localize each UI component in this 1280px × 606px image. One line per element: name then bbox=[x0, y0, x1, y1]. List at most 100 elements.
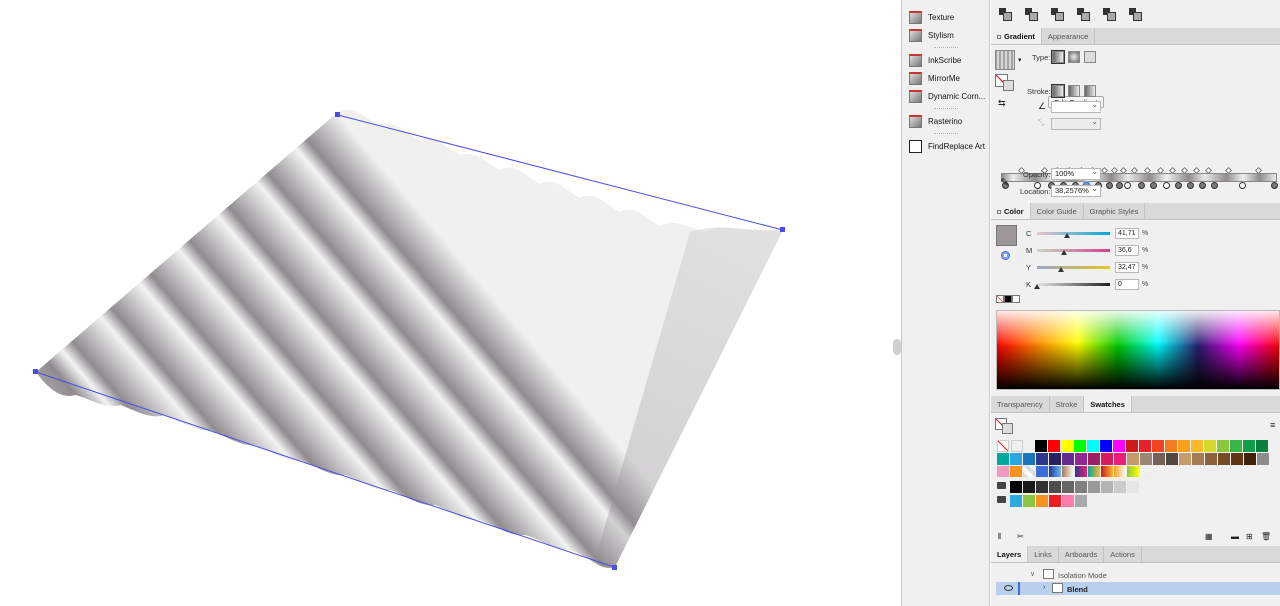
color-swatch[interactable] bbox=[1075, 481, 1087, 493]
color-swatch[interactable] bbox=[1049, 495, 1061, 507]
corrugated-blend-artwork[interactable] bbox=[0, 0, 901, 606]
panel-menu-icon[interactable]: ≡ bbox=[1270, 420, 1275, 430]
eye-icon[interactable] bbox=[1004, 585, 1013, 591]
linear-gradient-button[interactable] bbox=[1051, 50, 1065, 64]
color-swatch[interactable] bbox=[1035, 440, 1047, 452]
channel-value-input[interactable]: 41,71 bbox=[1115, 228, 1139, 239]
chevron-down-icon[interactable]: ▾ bbox=[1018, 56, 1022, 64]
tab-gradient[interactable]: Gradient bbox=[991, 28, 1042, 44]
plugin-mirrorme[interactable]: MirrorMe bbox=[902, 69, 989, 87]
color-swatch[interactable] bbox=[1257, 453, 1269, 465]
slider-thumb[interactable] bbox=[1060, 250, 1067, 255]
delete-swatch-icon[interactable]: 🗑 bbox=[1261, 532, 1271, 541]
color-swatch[interactable] bbox=[1011, 440, 1023, 452]
color-swatch[interactable] bbox=[1153, 453, 1165, 465]
color-swatch[interactable] bbox=[997, 440, 1009, 452]
fill-swatch-small[interactable] bbox=[1002, 423, 1013, 434]
gradient-preview-swatch[interactable] bbox=[995, 50, 1015, 70]
tab-links[interactable]: Links bbox=[1028, 546, 1059, 562]
new-color-group-icon[interactable]: ▬ bbox=[1231, 532, 1239, 541]
tab-actions[interactable]: Actions bbox=[1104, 546, 1142, 562]
fill-swatch-small[interactable] bbox=[1003, 80, 1014, 91]
color-swatch[interactable] bbox=[1114, 466, 1126, 477]
channel-slider[interactable] bbox=[1037, 266, 1110, 269]
plugin-inkscribe[interactable]: InkScribe bbox=[902, 51, 989, 69]
color-swatch[interactable] bbox=[1023, 481, 1035, 493]
color-spectrum[interactable] bbox=[996, 310, 1280, 390]
gradient-stop[interactable] bbox=[1163, 182, 1170, 189]
freeform-gradient-button[interactable] bbox=[1084, 51, 1096, 63]
artboard-canvas[interactable] bbox=[0, 0, 901, 606]
color-swatch[interactable] bbox=[1126, 440, 1138, 452]
channel-value-input[interactable]: 32,47 bbox=[1115, 262, 1139, 273]
chevron-right-icon[interactable]: › bbox=[1043, 584, 1045, 591]
angle-dropdown[interactable] bbox=[1051, 100, 1101, 113]
layer-row-isolation-mode[interactable]: ∨ Isolation Mode bbox=[996, 568, 1280, 581]
color-swatch[interactable] bbox=[1048, 440, 1060, 452]
pathfinder-merge-icon[interactable] bbox=[1051, 8, 1064, 21]
color-swatch[interactable] bbox=[1101, 481, 1113, 493]
color-swatch[interactable] bbox=[1191, 440, 1203, 452]
color-swatch[interactable] bbox=[1088, 453, 1100, 465]
anchor-point[interactable] bbox=[780, 227, 785, 232]
gradient-stop[interactable] bbox=[1138, 182, 1145, 189]
color-swatch[interactable] bbox=[1127, 453, 1139, 465]
plugin-stylism[interactable]: Stylism bbox=[902, 26, 989, 44]
color-swatch[interactable] bbox=[1049, 453, 1061, 465]
color-swatch[interactable] bbox=[1061, 440, 1073, 452]
swatch-libraries-menu-icon[interactable]: ⫴ bbox=[998, 532, 1001, 542]
slider-thumb[interactable] bbox=[1064, 233, 1071, 238]
slider-thumb[interactable] bbox=[1034, 284, 1040, 289]
tab-appearance[interactable]: Appearance bbox=[1042, 28, 1096, 44]
color-swatch[interactable] bbox=[1152, 440, 1164, 452]
plugin-findreplace[interactable]: FindReplace Art bbox=[902, 137, 989, 155]
color-swatch[interactable] bbox=[1243, 440, 1255, 452]
color-swatch[interactable] bbox=[1075, 495, 1087, 507]
color-swatch[interactable] bbox=[1049, 466, 1061, 477]
channel-slider[interactable] bbox=[1037, 249, 1110, 252]
plugin-dynamic-corners[interactable]: Dynamic Corn... bbox=[902, 87, 989, 105]
channel-slider[interactable] bbox=[1037, 232, 1110, 235]
color-swatch[interactable] bbox=[1036, 495, 1048, 507]
tab-artboards[interactable]: Artboards bbox=[1059, 546, 1105, 562]
color-swatch[interactable] bbox=[1204, 440, 1216, 452]
plugin-rasterino[interactable]: Rasterino bbox=[902, 112, 989, 130]
color-swatch[interactable] bbox=[1139, 440, 1151, 452]
color-swatch[interactable] bbox=[1205, 453, 1217, 465]
new-swatch-icon[interactable]: ⊞ bbox=[1246, 532, 1253, 541]
color-swatch[interactable] bbox=[997, 466, 1009, 477]
gradient-stop[interactable] bbox=[1150, 182, 1157, 189]
radial-gradient-button[interactable] bbox=[1068, 51, 1080, 63]
tab-color-guide[interactable]: Color Guide bbox=[1031, 203, 1084, 219]
color-swatch[interactable] bbox=[1166, 453, 1178, 465]
gradient-stop[interactable] bbox=[1175, 182, 1182, 189]
gradient-stop[interactable] bbox=[1211, 182, 1218, 189]
color-swatch[interactable] bbox=[1127, 466, 1139, 477]
color-swatch[interactable] bbox=[1010, 453, 1022, 465]
color-swatch[interactable] bbox=[1074, 440, 1086, 452]
plugin-texture[interactable]: Texture bbox=[902, 8, 989, 26]
color-swatch[interactable] bbox=[1010, 495, 1022, 507]
color-swatch[interactable] bbox=[1023, 453, 1035, 465]
color-swatch[interactable] bbox=[1023, 495, 1035, 507]
color-swatch[interactable] bbox=[1244, 453, 1256, 465]
gradient-stop[interactable] bbox=[1199, 182, 1206, 189]
anchor-point[interactable] bbox=[335, 112, 340, 117]
panel-collapse-handle[interactable] bbox=[893, 339, 901, 355]
color-swatch[interactable] bbox=[1101, 466, 1113, 477]
gradient-stop[interactable] bbox=[1239, 182, 1246, 189]
color-swatch[interactable] bbox=[1256, 440, 1268, 452]
black-color-swatch[interactable] bbox=[1004, 295, 1012, 303]
color-swatch[interactable] bbox=[1101, 453, 1113, 465]
layer-row-blend[interactable]: › Blend bbox=[996, 582, 1280, 595]
color-swatch[interactable] bbox=[1114, 453, 1126, 465]
tab-swatches[interactable]: Swatches bbox=[1084, 396, 1132, 412]
stroke-gradient-within-button[interactable] bbox=[1051, 84, 1065, 98]
anchor-point[interactable] bbox=[33, 369, 38, 374]
stroke-gradient-across-button[interactable] bbox=[1084, 85, 1096, 97]
color-swatch[interactable] bbox=[1218, 453, 1230, 465]
color-swatch[interactable] bbox=[1036, 481, 1048, 493]
color-swatch[interactable] bbox=[1165, 440, 1177, 452]
color-swatch[interactable] bbox=[1217, 440, 1229, 452]
color-swatch[interactable] bbox=[1062, 466, 1074, 477]
